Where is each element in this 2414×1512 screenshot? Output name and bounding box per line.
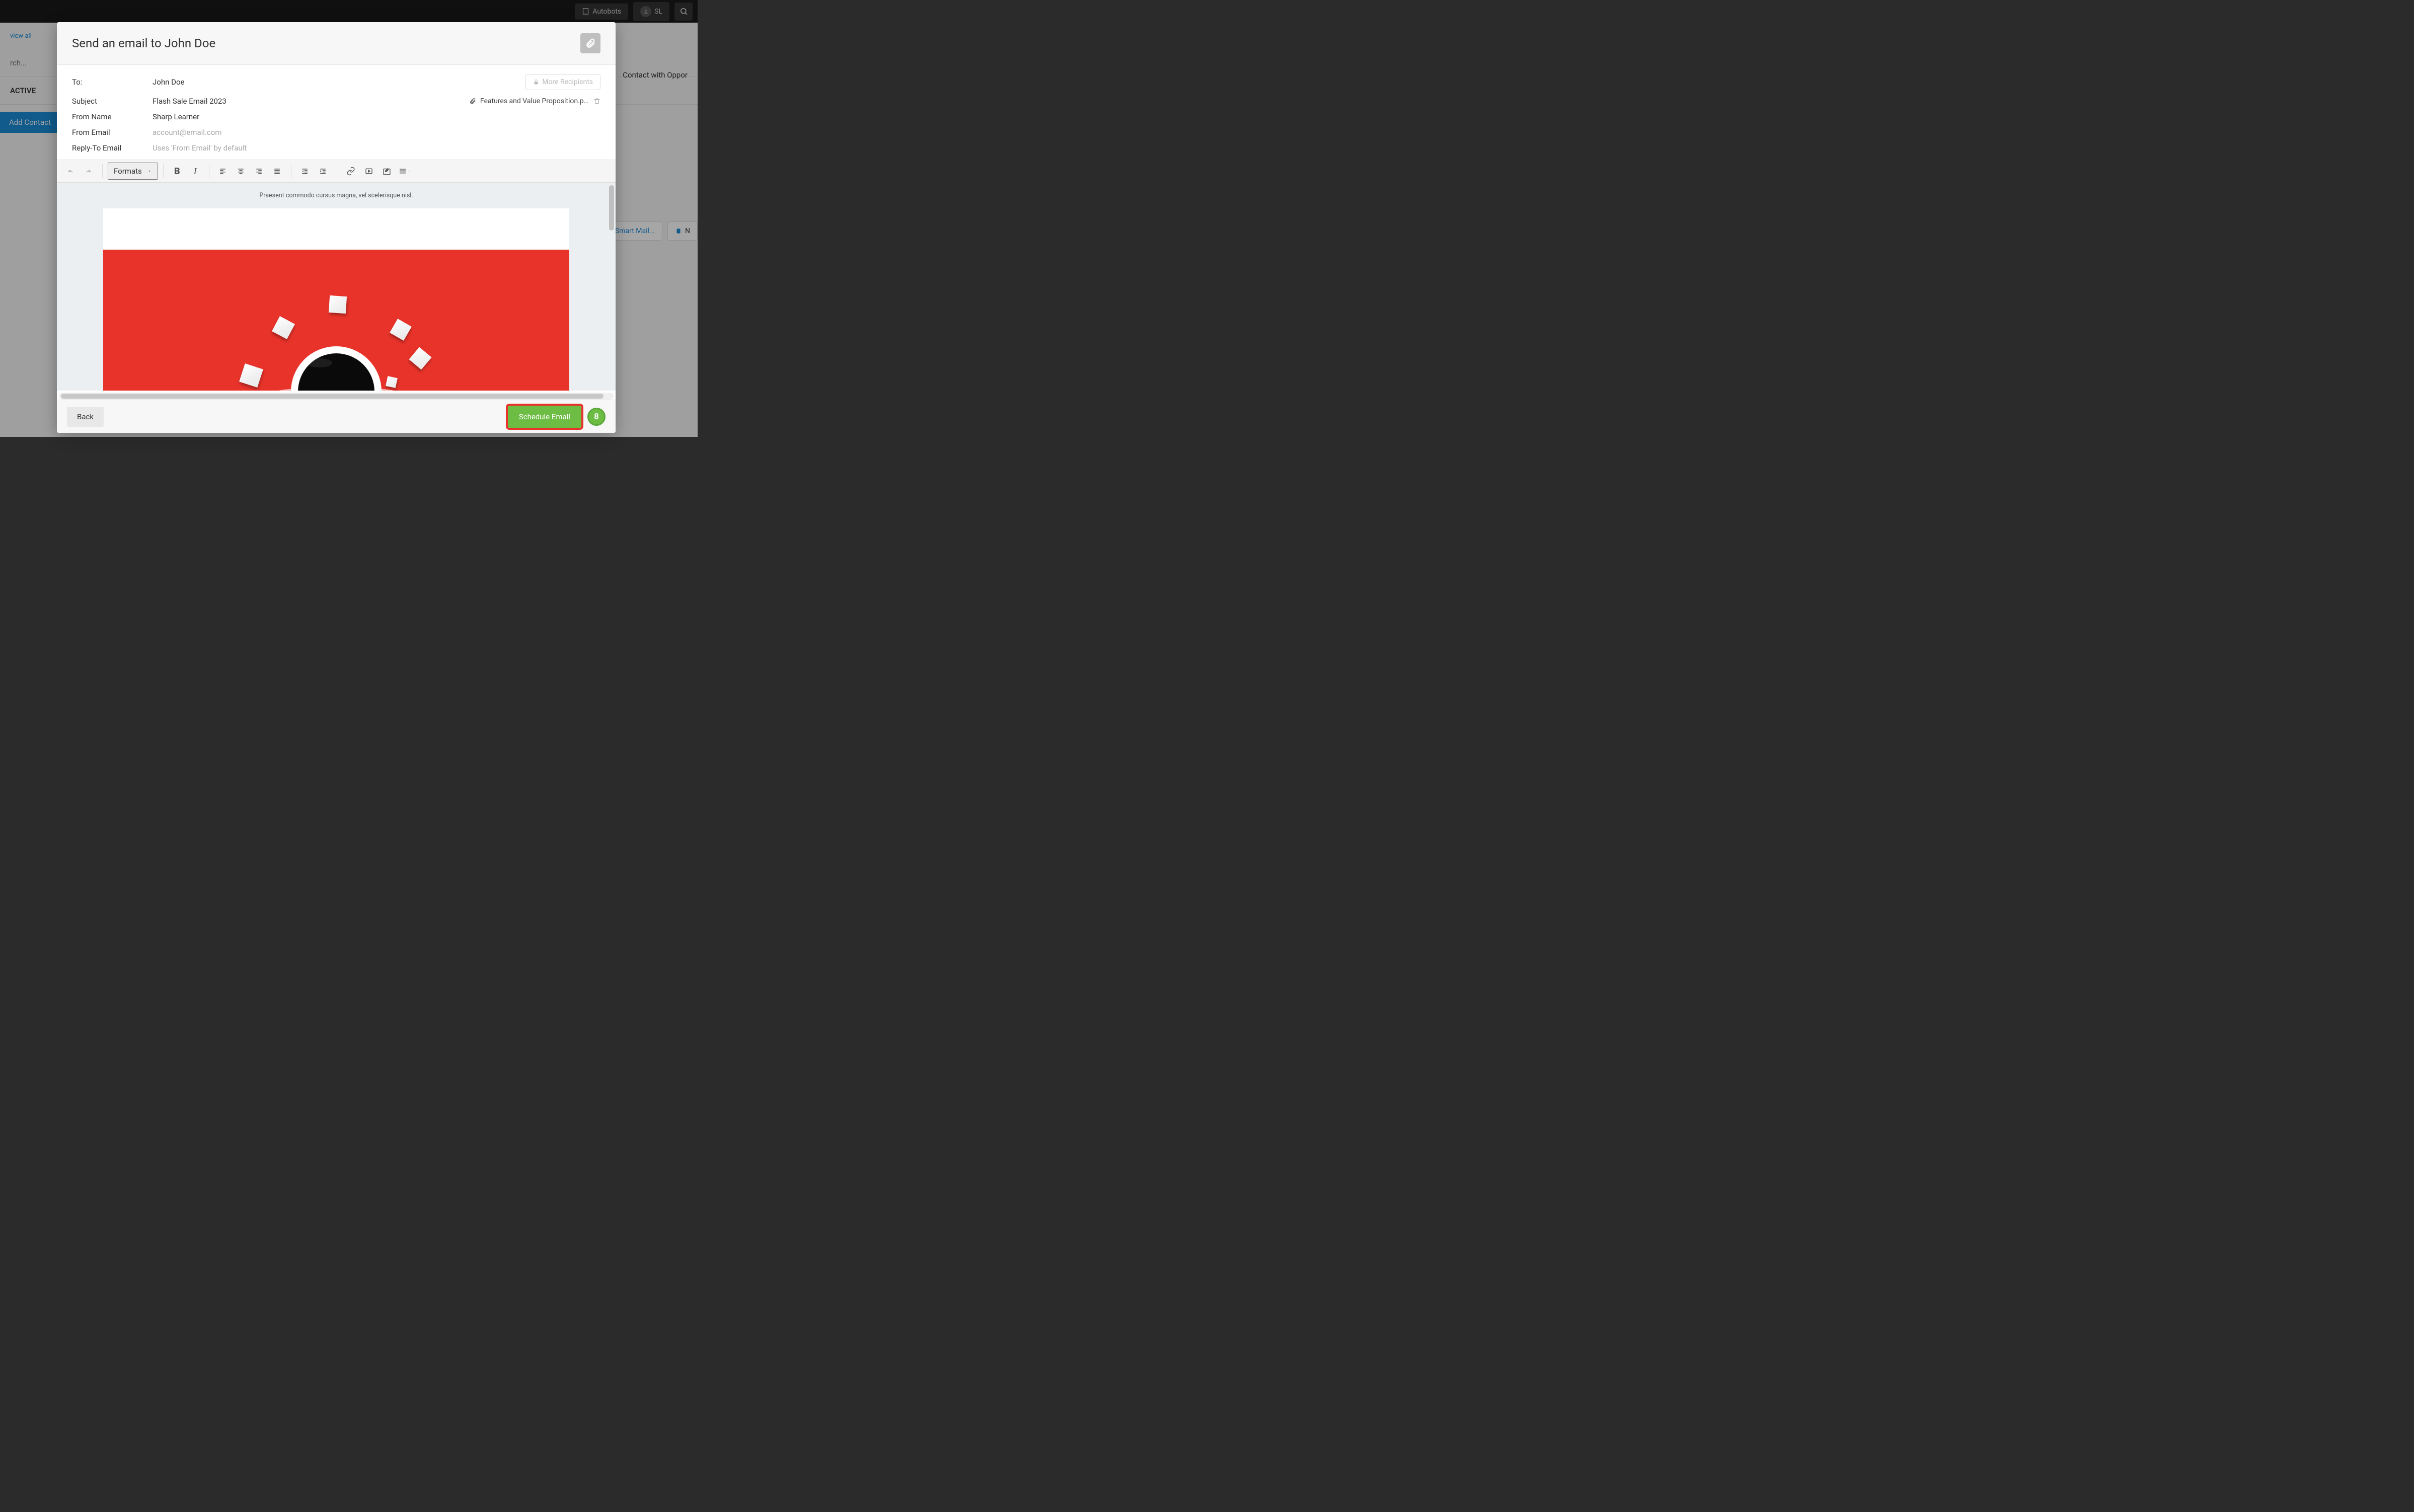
align-center-icon (237, 168, 245, 175)
chevron-down-small-icon (408, 169, 412, 173)
paperclip-small-icon (469, 98, 476, 105)
editor-toolbar: Formats B I (57, 160, 616, 183)
fromname-label: From Name (72, 112, 153, 121)
preheader-text: Praesent commodo cursus magna, vel scele… (57, 192, 616, 199)
outdent-icon (300, 168, 309, 175)
modal-title: Send an email to John Doe (72, 36, 215, 50)
replyto-placeholder[interactable]: Uses 'From Email' by default (153, 143, 247, 153)
editor-area[interactable]: Praesent commodo cursus magna, vel scele… (57, 183, 616, 391)
fromemail-label: From Email (72, 128, 153, 137)
subject-label: Subject (72, 97, 153, 106)
edit-icon (383, 167, 391, 176)
calendar-icon (399, 167, 407, 175)
redo-button[interactable] (80, 163, 97, 180)
canvas-whitespace (103, 208, 569, 250)
align-right-icon (255, 168, 263, 175)
step-badge: 8 (587, 408, 606, 426)
replyto-label: Reply-To Email (72, 143, 153, 153)
send-email-modal: Send an email to John Doe To: John Doe M… (57, 22, 616, 433)
sugar-cube-icon (329, 295, 347, 314)
attachment-button[interactable] (580, 33, 600, 53)
modal-body: To: John Doe More Recipients Subject Fla… (57, 65, 616, 400)
align-left-button[interactable] (214, 163, 232, 180)
paperclip-icon (585, 38, 596, 49)
delete-attachment-button[interactable] (593, 97, 600, 105)
chevron-down-icon (147, 169, 152, 174)
modal-footer: Back Schedule Email 8 (57, 400, 616, 433)
link-button[interactable] (342, 163, 359, 180)
sugar-cube-icon (239, 363, 263, 388)
trash-icon (593, 97, 600, 105)
horizontal-scrollbar[interactable] (59, 393, 614, 400)
undo-icon (66, 168, 74, 175)
align-justify-icon (273, 168, 281, 175)
align-center-button[interactable] (233, 163, 250, 180)
video-icon (364, 167, 373, 175)
subject-value[interactable]: Flash Sale Email 2023 (153, 97, 227, 106)
undo-button[interactable] (62, 163, 79, 180)
outdent-button[interactable] (296, 163, 314, 180)
lock-icon (533, 79, 539, 85)
email-meta-section: To: John Doe More Recipients Subject Fla… (57, 65, 616, 160)
to-value[interactable]: John Doe (153, 78, 184, 87)
align-left-icon (218, 168, 227, 175)
calendar-button[interactable] (397, 163, 414, 180)
italic-button[interactable]: I (187, 163, 204, 180)
fromemail-value[interactable]: account@email.com (153, 128, 221, 137)
sugar-cube-icon (272, 316, 295, 339)
indent-button[interactable] (315, 163, 332, 180)
sugar-cube-icon (390, 319, 412, 341)
sugar-cube-icon (409, 347, 431, 369)
more-recipients-button[interactable]: More Recipients (525, 74, 600, 90)
bold-button[interactable]: B (169, 163, 186, 180)
schedule-email-button[interactable]: Schedule Email (508, 406, 581, 428)
edit-button[interactable] (379, 163, 396, 180)
email-canvas (103, 208, 569, 391)
video-button[interactable] (360, 163, 378, 180)
attachment-item[interactable]: Features and Value Proposition.p… (469, 97, 588, 105)
modal-header: Send an email to John Doe (57, 22, 616, 65)
fromname-value[interactable]: Sharp Learner (153, 112, 199, 121)
link-icon (346, 167, 355, 176)
to-label: To: (72, 78, 153, 87)
attachment-name: Features and Value Proposition.p… (480, 97, 588, 105)
redo-icon (85, 168, 93, 175)
formats-dropdown[interactable]: Formats (108, 163, 158, 180)
sugar-cube-icon (386, 376, 398, 388)
indent-icon (319, 168, 327, 175)
align-right-button[interactable] (251, 163, 268, 180)
coffee-cup-icon (291, 346, 382, 391)
back-button[interactable]: Back (67, 407, 104, 427)
align-justify-button[interactable] (269, 163, 286, 180)
vertical-scrollbar[interactable] (609, 185, 614, 231)
hero-image (103, 250, 569, 391)
